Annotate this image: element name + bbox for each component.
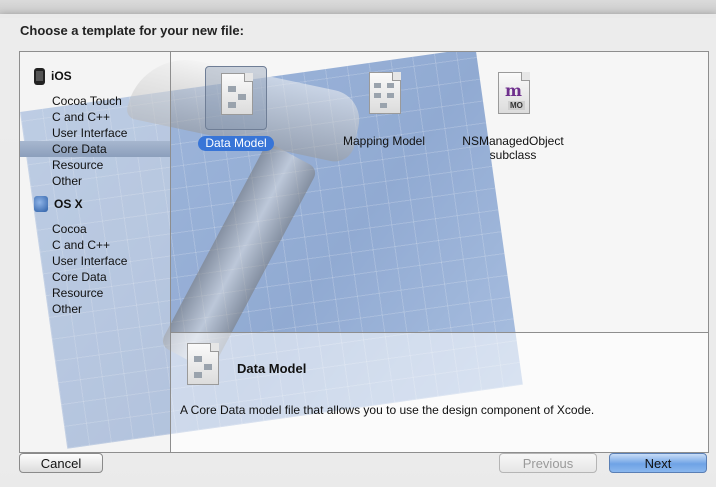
detail-title: Data Model <box>237 361 307 376</box>
sidebar-item-other[interactable]: Other <box>20 301 170 317</box>
sidebar-item-c-and-cpp[interactable]: C and C++ <box>20 237 170 253</box>
sidebar-group-label: iOS <box>51 69 72 83</box>
sidebar-item-core-data[interactable]: Core Data <box>20 141 170 157</box>
template-category-sidebar: iOS Cocoa Touch C and C++ User Interface… <box>20 52 171 452</box>
template-data-model[interactable]: Data Model <box>166 66 306 151</box>
sidebar-item-cocoa[interactable]: Cocoa <box>20 221 170 237</box>
data-model-icon <box>205 66 267 130</box>
template-grid: Data Model Mapping Model m MO NSManagedO… <box>171 52 708 332</box>
sidebar-item-resource[interactable]: Resource <box>20 285 170 301</box>
next-button[interactable]: Next <box>609 453 707 473</box>
managed-object-icon: m MO <box>483 66 543 128</box>
sidebar-item-user-interface[interactable]: User Interface <box>20 125 170 141</box>
mapping-model-icon <box>354 66 414 128</box>
template-label: Data Model <box>198 136 274 151</box>
previous-button[interactable]: Previous <box>499 453 597 473</box>
template-detail: Data Model A Core Data model file that a… <box>171 333 708 452</box>
sidebar-item-core-data[interactable]: Core Data <box>20 269 170 285</box>
new-file-sheet: Choose a template for your new file: iOS… <box>0 14 716 487</box>
template-label-line2: subclass <box>489 148 537 162</box>
template-panel: iOS Cocoa Touch C and C++ User Interface… <box>19 51 709 453</box>
sidebar-item-other[interactable]: Other <box>20 173 170 189</box>
template-label: Mapping Model <box>342 134 426 148</box>
sidebar-item-cocoa-touch[interactable]: Cocoa Touch <box>20 93 170 109</box>
template-mapping-model[interactable]: Mapping Model <box>314 66 454 149</box>
dialog-title: Choose a template for your new file: <box>20 23 244 38</box>
sidebar-group-osx[interactable]: OS X <box>34 195 83 213</box>
cancel-button[interactable]: Cancel <box>19 453 103 473</box>
osx-icon <box>34 196 48 212</box>
sidebar-group-label: OS X <box>54 197 83 211</box>
iphone-icon <box>34 67 45 85</box>
sidebar-item-resource[interactable]: Resource <box>20 157 170 173</box>
template-nsmanagedobject-subclass[interactable]: m MO NSManagedObject subclass <box>443 66 583 162</box>
data-model-icon <box>187 343 219 387</box>
template-label: NSManagedObject subclass <box>455 134 570 162</box>
template-label-line1: NSManagedObject <box>462 134 564 148</box>
detail-description: A Core Data model file that allows you t… <box>180 403 595 417</box>
sidebar-item-user-interface[interactable]: User Interface <box>20 253 170 269</box>
sidebar-item-c-and-cpp[interactable]: C and C++ <box>20 109 170 125</box>
sidebar-group-ios[interactable]: iOS <box>34 67 72 85</box>
